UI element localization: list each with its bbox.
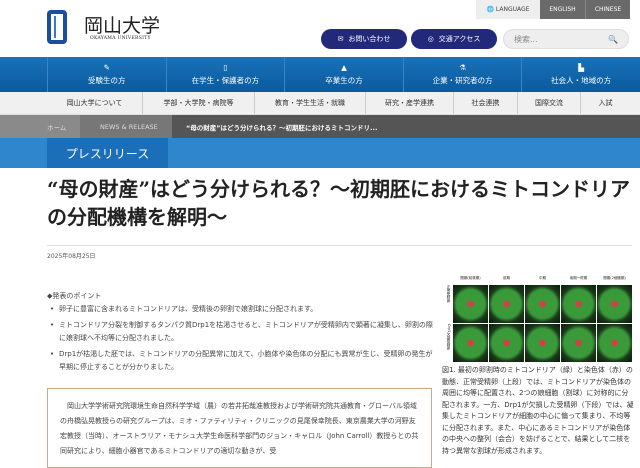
search-icon[interactable]: 🔍 — [608, 35, 618, 44]
search-placeholder: 検索... — [514, 34, 538, 44]
section-label: プレスリリース — [47, 138, 168, 168]
summary-box: 岡山大学学術研究院環境生命自然科学学域（農）の若井拓哉准教授および学術研究院共通… — [47, 388, 432, 468]
breadcrumb-current: “母の財産”はどう分けられる？～初期胚におけるミトコンドリ... — [186, 123, 378, 132]
points-heading: ◆発表のポイント — [47, 292, 102, 300]
point-item: Drp1が枯渇した胚では、ミトコンドリアの分配異常に加えて、小胞体や染色体の分配… — [47, 348, 437, 374]
micrograph — [597, 285, 632, 323]
point-item: 卵子に豊富に含まれるミトコンドリアは、受精後の卵割で娘割球に分配されます。 — [47, 303, 437, 316]
graduation-cap-icon: ▲ — [341, 63, 347, 72]
micrograph — [453, 285, 488, 323]
nav-admissions[interactable]: 入試 — [580, 92, 630, 114]
access-button[interactable]: ◎ 交通アクセス — [411, 29, 497, 49]
language-switcher: 🌐 LANGUAGE ENGLISH CHINESE — [476, 0, 630, 19]
figure-col-label: 前期 — [503, 276, 510, 280]
micrograph — [597, 324, 632, 362]
breadcrumb-news[interactable]: NEWS & RELEASE — [80, 115, 172, 138]
figure-row-label: Drp1欠損受精卵 — [447, 324, 451, 351]
publish-date: 2025年08月25日 — [47, 253, 96, 260]
nav-label: 企業・研究者の方 — [432, 76, 493, 85]
micrograph — [489, 285, 524, 323]
nav-faculties[interactable]: 学部・大学院・病院等 — [142, 92, 254, 114]
logo-text[interactable]: 岡山大学 — [84, 11, 160, 38]
figure-row-label: 正常受精卵 — [447, 285, 451, 303]
primary-nav: ✎ 受験生の方 ▯ 在学生・保護者の方 ▲ 卒業生の方 ⚗ 企業・研究者の方 ▙ 社会人・… — [0, 57, 640, 92]
nav-label: 在学生・保護者の方 — [191, 76, 260, 85]
divider — [47, 245, 632, 246]
nav-alumni[interactable]: ▲ 卒業生の方 — [284, 57, 403, 92]
logo-subtext: OKAYAMA UNIVERSITY — [90, 36, 151, 41]
nav-community[interactable]: ▙ 社会人・地域の方 — [521, 57, 640, 92]
key-points: ◆発表のポイント 卵子に豊富に含まれるミトコンドリアは、受精後の卵割で娘割球に分… — [47, 290, 437, 377]
nav-research[interactable]: 研究・産学連携 — [365, 92, 453, 114]
contact-button[interactable]: ✉ お問い合わせ — [321, 29, 407, 49]
flask-icon: ⚗ — [459, 63, 466, 72]
english-link[interactable]: ENGLISH — [540, 0, 586, 19]
nav-social[interactable]: 社会連携 — [453, 92, 517, 114]
figure-image: 間期(前核期) 前期 中期 後期～終期 間期(2細胞期) 正常受精卵 Drp1欠… — [442, 276, 632, 362]
globe-icon: 🌐 — [486, 6, 496, 13]
language-label: 🌐 LANGUAGE — [476, 0, 540, 19]
nav-students[interactable]: ▯ 在学生・保護者の方 — [165, 57, 285, 92]
micrograph — [489, 324, 524, 362]
micrograph — [561, 324, 596, 362]
chinese-link[interactable]: CHINESE — [586, 0, 630, 19]
pencil-icon: ✎ — [103, 63, 110, 72]
micrograph — [453, 324, 488, 362]
breadcrumb: ホーム NEWS & RELEASE “母の財産”はどう分けられる？～初期胚にお… — [0, 115, 640, 138]
book-icon: ▯ — [223, 63, 228, 72]
figure-caption: 図1. 最初の卵割時のミトコンドリア（緑）と染色体（赤）の動態．正常受精卵（上段… — [442, 366, 634, 455]
nav-international[interactable]: 国際交流 — [517, 92, 580, 114]
mail-icon: ✉ — [337, 35, 344, 43]
contact-label: お問い合わせ — [348, 35, 391, 43]
nav-label: 社会人・地域の方 — [551, 76, 612, 85]
nav-companies[interactable]: ⚗ 企業・研究者の方 — [402, 57, 522, 92]
page-title: “母の財産”はどう分けられる？～初期胚におけるミトコンドリアの分配機構を解明～ — [47, 177, 631, 229]
compass-icon: ◎ — [427, 35, 434, 43]
figure-col-label: 間期(2細胞期) — [603, 276, 626, 280]
building-icon: ▙ — [578, 63, 585, 72]
figure-col-label: 後期～終期 — [569, 276, 588, 280]
micrograph — [561, 285, 596, 323]
university-logo[interactable] — [47, 10, 67, 44]
nav-education[interactable]: 教育・学生生活・就職 — [254, 92, 365, 114]
nav-applicants[interactable]: ✎ 受験生の方 — [47, 57, 166, 92]
micrograph — [525, 324, 560, 362]
section-band: プレスリリース — [0, 138, 640, 168]
nav-label: 卒業生の方 — [325, 76, 363, 85]
point-item: ミトコンドリア分裂を制御するタンパク質Drp1を枯渇させると、ミトコンドリアが受… — [47, 319, 437, 345]
figure-col-label: 間期(前核期) — [460, 276, 481, 280]
breadcrumb-home[interactable]: ホーム — [0, 115, 80, 138]
nav-about[interactable]: 岡山大学について — [47, 92, 142, 114]
micrograph — [525, 285, 560, 323]
search-input[interactable]: 検索... 🔍 — [503, 29, 629, 49]
secondary-nav: 岡山大学について 学部・大学院・病院等 教育・学生生活・就職 研究・産学連携 社… — [0, 92, 640, 115]
language-text: LANGUAGE — [495, 6, 530, 13]
access-label: 交通アクセス — [438, 35, 481, 43]
figure-col-label: 中期 — [539, 276, 546, 280]
nav-label: 受験生の方 — [88, 76, 126, 85]
